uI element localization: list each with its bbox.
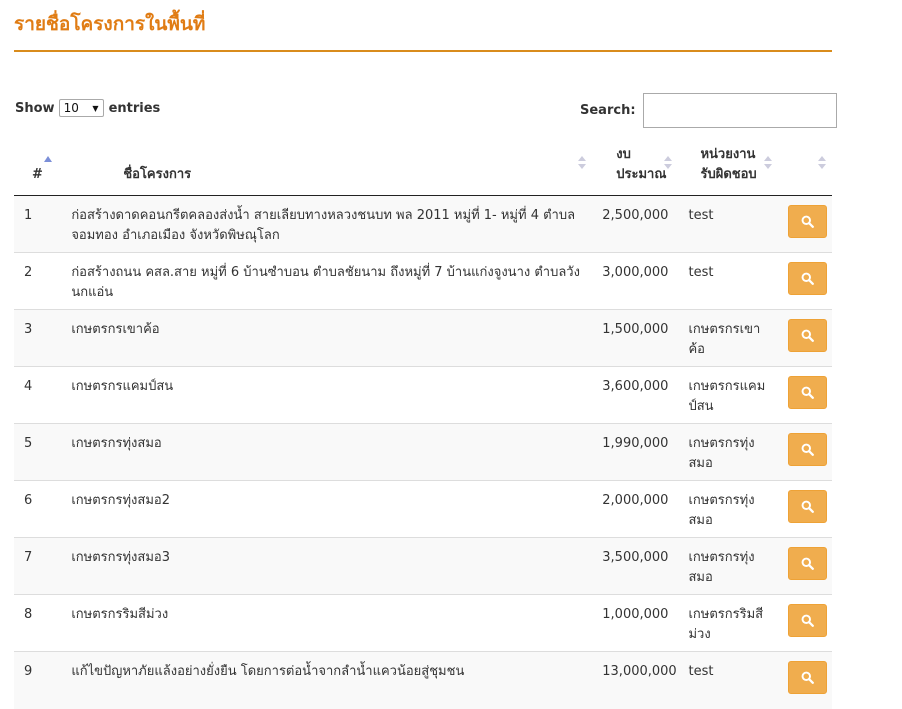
entries-select[interactable]: 10 ▼ [58,99,104,117]
search-icon [801,557,815,570]
cell-department: เกษตรกรแคมป์สน [678,366,779,424]
sort-icon [578,156,587,172]
title-divider [14,50,832,52]
cell-num: 6 [14,480,62,538]
column-header-label: ชื่อโครงการ [123,167,192,182]
cell-action [778,594,832,652]
search-label: Search: [580,103,636,118]
cell-department: เกษตรกรทุ่งสมอ [678,537,779,595]
search-icon [801,215,815,228]
cell-department: test [678,195,779,253]
cell-budget: 2,000,000 [592,480,679,538]
search-icon [801,386,815,399]
cell-budget: 3,500,000 [592,537,679,595]
cell-action [778,309,832,367]
sort-icon [664,156,673,172]
cell-action [778,423,832,481]
table-row: 3 เกษตรกรเขาค้อ 1,500,000 เกษตรกรเขาค้อ [14,309,832,367]
sort-icon [764,156,773,172]
search-control: Search: [580,93,837,128]
column-header-label: # [32,167,43,182]
view-details-button[interactable] [788,604,828,637]
cell-department: เกษตรกรทุ่งสมอ [678,480,779,538]
table-row: 2 ก่อสร้างถนน คสล.สาย หมู่ที่ 6 บ้านซำบอน… [14,252,832,310]
cell-project-name: ก่อสร้างถนน คสล.สาย หมู่ที่ 6 บ้านซำบอน … [61,252,593,310]
view-details-button[interactable] [788,262,828,295]
cell-project-name: เกษตรกรทุ่งสมอ3 [61,537,593,595]
cell-budget: 1,500,000 [592,309,679,367]
column-header-label: งบประมาณ [616,147,667,182]
cell-action [778,651,832,709]
cell-num: 2 [14,252,62,310]
search-icon [801,614,815,627]
cell-department: เกษตรกรเขาค้อ [678,309,779,367]
column-header-num[interactable]: # [14,140,62,196]
sort-icon [818,156,826,172]
cell-budget: 3,000,000 [592,252,679,310]
cell-num: 3 [14,309,62,367]
view-details-button[interactable] [788,433,828,466]
cell-project-name: เกษตรกรทุ่งสมอ2 [61,480,593,538]
entries-select-value: 10 [63,101,79,115]
search-icon [801,329,815,342]
column-header-action[interactable] [778,140,832,196]
cell-department: เกษตรกรทุ่งสมอ [678,423,779,481]
cell-action [778,480,832,538]
length-prefix: Show [15,100,55,116]
entries-length-control: Show 10 ▼ entries [15,99,160,117]
cell-budget: 3,600,000 [592,366,679,424]
view-details-button[interactable] [788,547,828,580]
cell-action [778,366,832,424]
cell-project-name: เกษตรกรทุ่งสมอ [61,423,593,481]
cell-project-name: เกษตรกรริมสีม่วง [61,594,593,652]
cell-num: 8 [14,594,62,652]
cell-budget: 13,000,000 [592,651,679,709]
cell-num: 4 [14,366,62,424]
cell-project-name: แก้ไขปัญหาภัยแล้งอย่างยั่งยืน โดยการต่อน… [61,651,593,709]
table-row: 9 แก้ไขปัญหาภัยแล้งอย่างยั่งยืน โดยการต่อ… [14,651,832,709]
search-icon [801,500,815,513]
search-icon [801,671,815,684]
view-details-button[interactable] [788,205,828,238]
view-details-button[interactable] [788,661,828,694]
cell-department: test [678,651,779,709]
cell-action [778,537,832,595]
column-header-dept[interactable]: หน่วยงานรับผิดชอบ [678,140,779,196]
search-icon [801,443,815,456]
cell-num: 9 [14,651,62,709]
cell-department: เกษตรกรริมสีม่วง [678,594,779,652]
column-header-budget[interactable]: งบประมาณ [592,140,679,196]
cell-department: test [678,252,779,310]
table-row: 5 เกษตรกรทุ่งสมอ 1,990,000 เกษตรกรทุ่งสมอ [14,423,832,481]
cell-action [778,252,832,310]
column-header-name[interactable]: ชื่อโครงการ [61,140,593,196]
view-details-button[interactable] [788,376,828,409]
table-row: 7 เกษตรกรทุ่งสมอ3 3,500,000 เกษตรกรทุ่งสมอ [14,537,832,595]
sort-ascending-icon [44,156,52,162]
search-input[interactable] [642,93,837,128]
cell-project-name: ก่อสร้างดาดคอนกรีตคลองส่งน้ำ สายเลียบทาง… [61,195,593,253]
table-header-row: # ชื่อโครงการ งบประมาณ หน่วยงานรับผิดชอบ [14,140,832,196]
cell-budget: 2,500,000 [592,195,679,253]
chevron-down-icon: ▼ [92,103,99,113]
table-row: 6 เกษตรกรทุ่งสมอ2 2,000,000 เกษตรกรทุ่งสมอ [14,480,832,538]
search-icon [801,272,815,285]
table-row: 1 ก่อสร้างดาดคอนกรีตคลองส่งน้ำ สายเลียบทา… [14,195,832,253]
cell-budget: 1,990,000 [592,423,679,481]
length-suffix: entries [108,100,161,116]
table-row: 4 เกษตรกรแคมป์สน 3,600,000 เกษตรกรแคมป์สน [14,366,832,424]
view-details-button[interactable] [788,319,828,352]
table-row: 8 เกษตรกรริมสีม่วง 1,000,000 เกษตรกรริมสีม่… [14,594,832,652]
page-title: รายชื่อโครงการในพื้นที่ [14,13,206,35]
cell-action [778,195,832,253]
cell-project-name: เกษตรกรแคมป์สน [61,366,593,424]
cell-budget: 1,000,000 [592,594,679,652]
projects-table: # ชื่อโครงการ งบประมาณ หน่วยงานรับผิดชอบ… [14,140,832,709]
cell-project-name: เกษตรกรเขาค้อ [61,309,593,367]
cell-num: 1 [14,195,62,253]
cell-num: 7 [14,537,62,595]
column-header-label: หน่วยงานรับผิดชอบ [700,147,757,182]
cell-num: 5 [14,423,62,481]
view-details-button[interactable] [788,490,828,523]
